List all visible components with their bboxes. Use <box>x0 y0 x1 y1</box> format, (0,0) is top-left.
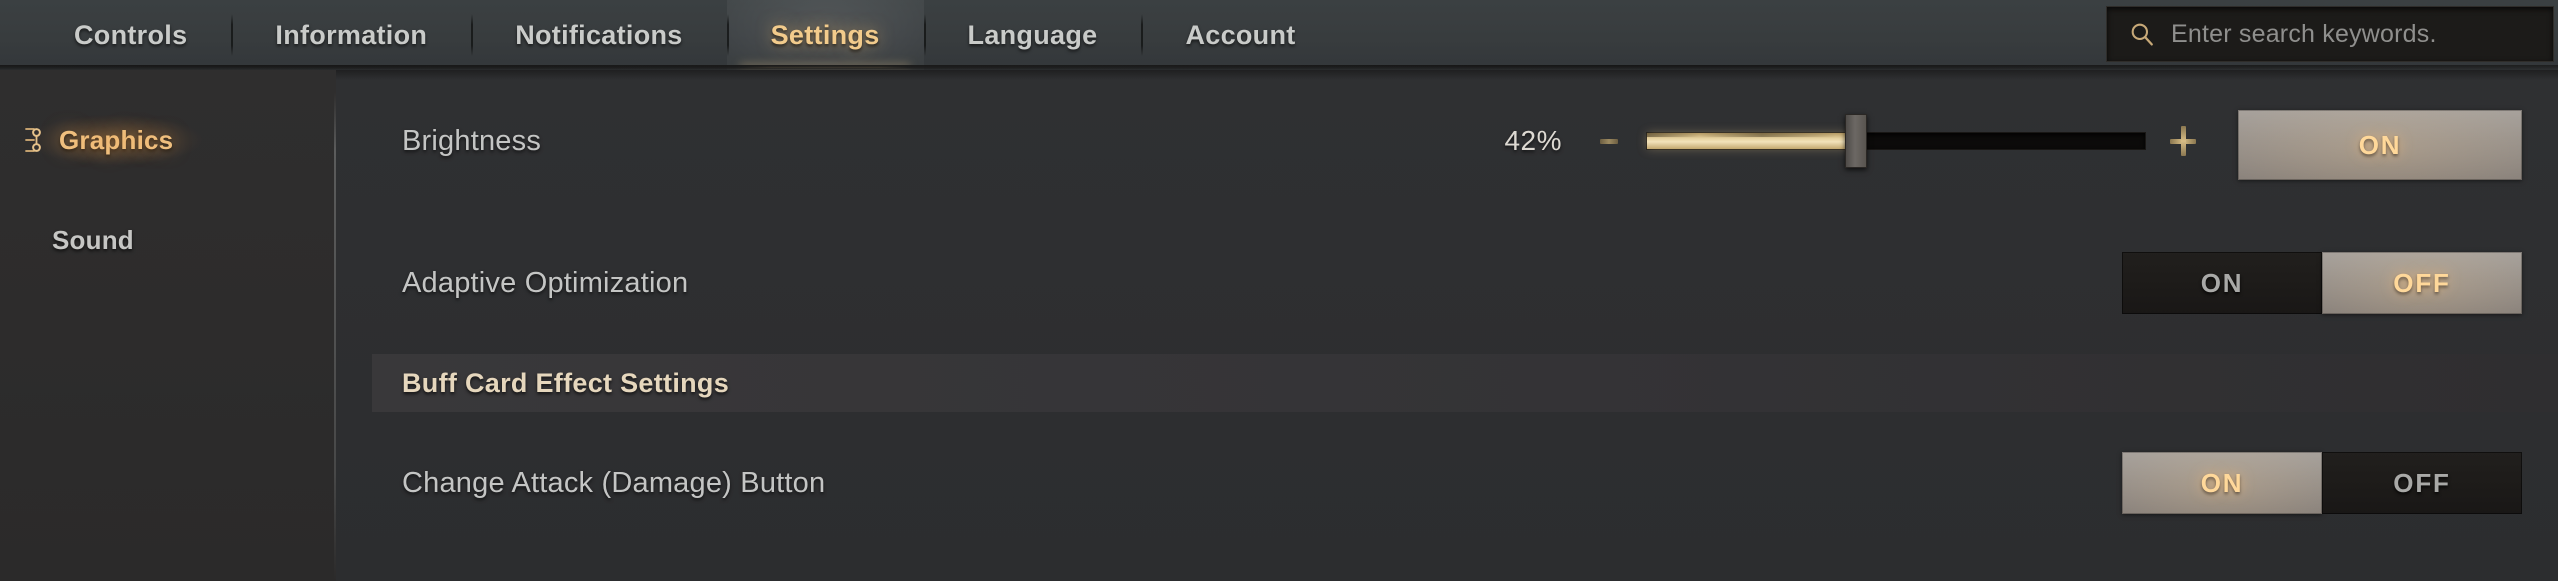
sidebar: Graphics Sound <box>0 70 336 581</box>
change-attack-off-label: OFF <box>2393 467 2451 498</box>
adaptive-optimization-toggle-on[interactable]: ON <box>2122 252 2322 314</box>
brightness-slider-group: 42% <box>1484 114 2202 168</box>
change-attack-toggle-group: ON OFF <box>2122 452 2522 514</box>
setting-label-change-attack-damage-button: Change Attack (Damage) Button <box>402 466 826 499</box>
search-input[interactable] <box>2171 19 2553 49</box>
sidebar-item-graphics[interactable]: Graphics <box>0 104 336 176</box>
tab-account[interactable]: Account <box>1141 0 1339 70</box>
search-icon <box>2131 23 2153 46</box>
tab-information-label: Information <box>275 19 428 50</box>
brightness-toggle-on-label: ON <box>2358 129 2402 160</box>
brightness-value: 42% <box>1504 125 1562 156</box>
tab-language-label: Language <box>967 19 1098 50</box>
change-attack-toggle-off[interactable]: OFF <box>2322 452 2522 514</box>
setting-row-brightness: Brightness 42% ON <box>336 70 2558 212</box>
tab-settings-label: Settings <box>770 19 880 50</box>
tab-information[interactable]: Information <box>231 0 471 70</box>
tab-list: Controls Information Notifications Setti… <box>30 0 1340 70</box>
setting-label-adaptive-optimization: Adaptive Optimization <box>402 266 689 299</box>
settings-body: Graphics Sound Brightness 42% ON Adaptiv… <box>0 70 2558 581</box>
brightness-slider[interactable] <box>1646 114 2146 168</box>
brightness-slider-thumb[interactable] <box>1845 114 1868 168</box>
adaptive-optimization-on-label: ON <box>2200 267 2244 298</box>
change-attack-toggle-on[interactable]: ON <box>2122 452 2322 514</box>
brightness-slider-fill <box>1647 133 1857 149</box>
brightness-increase-button[interactable] <box>2164 122 2202 160</box>
tab-account-label: Account <box>1185 19 1296 50</box>
search-container <box>2106 6 2554 62</box>
section-header-buff-card-effect: Buff Card Effect Settings <box>372 354 2558 412</box>
settings-content: Brightness 42% ON Adaptive Optimization … <box>336 70 2558 581</box>
section-header-label: Buff Card Effect Settings <box>402 367 730 398</box>
sidebar-item-sound-label: Sound <box>52 224 134 255</box>
settings-screen: Controls Information Notifications Setti… <box>0 0 2558 581</box>
tab-controls-label: Controls <box>74 19 188 50</box>
setting-label-brightness: Brightness <box>402 124 542 157</box>
setting-row-change-attack-damage-button: Change Attack (Damage) Button ON OFF <box>336 412 2558 554</box>
brightness-toggle-on[interactable]: ON <box>2238 110 2522 180</box>
search-box[interactable] <box>2106 6 2554 62</box>
tab-language[interactable]: Language <box>923 0 1142 70</box>
tab-notifications-label: Notifications <box>515 19 683 50</box>
tab-notifications[interactable]: Notifications <box>471 0 726 70</box>
adaptive-optimization-off-label: OFF <box>2393 267 2451 298</box>
tab-active-underline <box>740 65 910 68</box>
sidebar-item-graphics-label: Graphics <box>59 124 174 155</box>
sidebar-item-sound[interactable]: Sound <box>0 210 336 270</box>
change-attack-on-label: ON <box>2200 467 2244 498</box>
top-tab-bar: Controls Information Notifications Setti… <box>0 0 2558 73</box>
brightness-decrease-button[interactable] <box>1590 122 1628 160</box>
adaptive-optimization-toggle-group: ON OFF <box>2122 252 2522 314</box>
adaptive-optimization-toggle-off[interactable]: OFF <box>2322 252 2522 314</box>
tab-settings[interactable]: Settings <box>726 0 924 70</box>
ornament-icon <box>25 128 41 152</box>
brightness-toggle-group: ON <box>2238 110 2522 180</box>
tab-controls[interactable]: Controls <box>30 0 231 70</box>
setting-row-adaptive-optimization: Adaptive Optimization ON OFF <box>336 212 2558 354</box>
